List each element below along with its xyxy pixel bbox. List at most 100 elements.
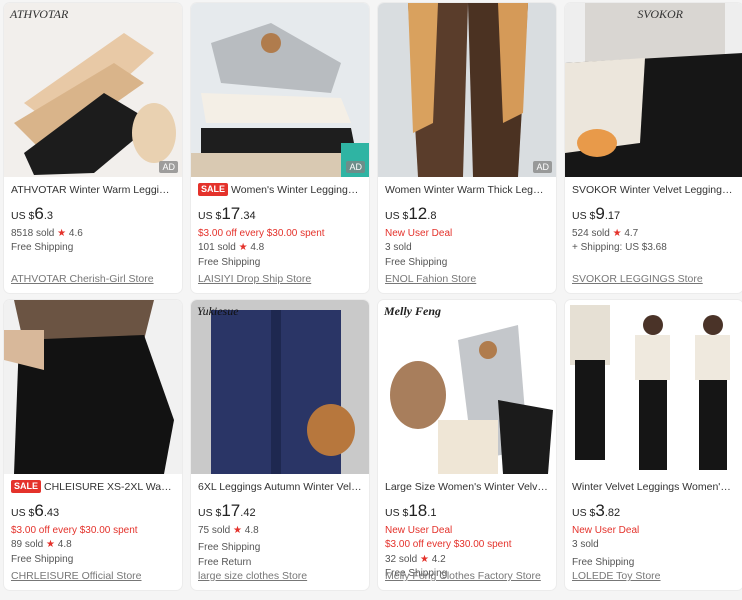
price-dec: .43 xyxy=(43,507,60,520)
product-title[interactable]: ATHVOTAR Winter Warm Leggings... xyxy=(11,183,175,198)
product-title[interactable]: Winter Velvet Leggings Women's ... xyxy=(572,480,736,495)
product-card[interactable]: SALECHLEISURE XS-2XL Warm L... US $6.43 … xyxy=(4,300,182,590)
sold-count: 32 sold xyxy=(385,553,418,565)
shipping-info: Free Shipping xyxy=(198,256,261,268)
price-dec: .17 xyxy=(604,210,621,223)
sale-badge: SALE xyxy=(11,480,42,493)
product-card[interactable]: Melly Feng Large Size Women's Winter Vel… xyxy=(378,300,556,590)
product-card[interactable]: Winter Velvet Leggings Women's ... US $3… xyxy=(565,300,742,590)
currency: US $ xyxy=(572,210,596,223)
store-link[interactable]: SVOKOR LEGGINGS Store xyxy=(572,273,703,285)
product-title[interactable]: SVOKOR Winter Velvet Leggings W... xyxy=(572,183,736,198)
ad-badge: AD xyxy=(159,161,178,173)
rating-value: 4.2 xyxy=(431,553,446,565)
ad-badge: AD xyxy=(346,161,365,173)
price-dec: .42 xyxy=(240,507,256,520)
product-card[interactable]: Yukiesue 6XL Leggings Autumn Winter Velv… xyxy=(191,300,369,590)
brand-watermark: Yukiesue xyxy=(197,304,239,318)
promo-text: New User Deal xyxy=(385,227,453,239)
star-icon: ★ xyxy=(57,227,67,239)
product-card[interactable]: ATHVOTAR AD ATHVOTAR Winter Warm Legging… xyxy=(4,3,182,293)
product-image[interactable]: Melly Feng xyxy=(378,300,556,474)
price: US $6.43 xyxy=(11,499,175,524)
currency: US $ xyxy=(11,507,35,520)
product-photo xyxy=(191,3,369,177)
sold-count: 3 sold xyxy=(572,539,599,551)
store-link[interactable]: large size clothes Store xyxy=(198,570,307,582)
price: US $18.1 xyxy=(385,499,549,524)
brand-watermark: ATHVOTAR xyxy=(10,7,69,21)
product-image[interactable] xyxy=(4,300,182,474)
promo-text: $3.00 off every $30.00 spent xyxy=(11,524,138,536)
price-dec: .3 xyxy=(43,210,53,223)
store-link[interactable]: Melly Feng Clothes Factory Store xyxy=(385,570,541,582)
store-link[interactable]: CHRLEISURE Official Store xyxy=(11,570,142,582)
sale-badge: SALE xyxy=(198,183,229,196)
price-dec: .8 xyxy=(427,210,437,223)
product-photo xyxy=(565,3,742,177)
product-image[interactable]: Yukiesue xyxy=(191,300,369,474)
star-icon: ★ xyxy=(233,524,242,536)
product-photo xyxy=(378,300,556,474)
rating-value: 4.8 xyxy=(244,524,259,536)
promo-text: New User Deal xyxy=(385,524,453,536)
shipping-info: Free Shipping xyxy=(11,553,74,565)
price-int: 6 xyxy=(34,204,44,224)
product-title[interactable]: SALECHLEISURE XS-2XL Warm L... xyxy=(11,480,175,495)
price-int: 6 xyxy=(34,501,44,521)
price-int: 3 xyxy=(595,501,605,521)
product-grid: ATHVOTAR AD ATHVOTAR Winter Warm Legging… xyxy=(0,0,742,600)
product-photo xyxy=(4,300,182,474)
sold-count: 8518 sold xyxy=(11,227,55,239)
product-card[interactable]: AD Women Winter Warm Thick Leggin... US … xyxy=(378,3,556,293)
sold-count: 75 sold xyxy=(198,524,231,536)
product-title[interactable]: Large Size Women's Winter Velvet ... xyxy=(385,480,549,495)
free-return: Free Return xyxy=(198,556,252,568)
currency: US $ xyxy=(572,507,596,520)
price-int: 17 xyxy=(221,204,241,224)
store-link[interactable]: ATHVOTAR Cherish-Girl Store xyxy=(11,273,154,285)
promo-text: New User Deal xyxy=(572,524,640,536)
price: US $17.42 xyxy=(198,499,362,524)
product-image[interactable]: ATHVOTAR AD xyxy=(4,3,182,177)
store-link[interactable]: LAISIYI Drop Ship Store xyxy=(198,273,311,285)
product-card[interactable]: SVOKOR SVOKOR Winter Velvet Leggings W..… xyxy=(565,3,742,293)
price-dec: .82 xyxy=(604,507,621,520)
product-image[interactable]: AD xyxy=(378,3,556,177)
star-icon: ★ xyxy=(420,553,429,565)
store-link[interactable]: LOLEDE Toy Store xyxy=(572,570,661,582)
price: US $3.82 xyxy=(572,499,736,524)
currency: US $ xyxy=(198,507,222,520)
product-title-text: CHLEISURE XS-2XL Warm L... xyxy=(44,481,175,493)
brand-watermark: Melly Feng xyxy=(384,304,441,318)
product-image[interactable]: AD xyxy=(191,3,369,177)
rating-value: 4.8 xyxy=(57,539,72,551)
rating-value: 4.6 xyxy=(68,227,83,239)
sold-count: 524 sold xyxy=(572,227,610,239)
star-icon: ★ xyxy=(46,539,55,551)
product-title[interactable]: Women Winter Warm Thick Leggin... xyxy=(385,183,549,198)
product-card[interactable]: AD SALE Women's Winter Leggings ... US $1… xyxy=(191,3,369,293)
ad-badge: AD xyxy=(533,161,552,173)
product-image[interactable] xyxy=(565,300,742,474)
currency: US $ xyxy=(11,210,35,223)
product-photo xyxy=(565,300,742,474)
rating-value: 4.7 xyxy=(624,227,639,239)
star-icon: ★ xyxy=(612,227,622,239)
product-photo xyxy=(378,3,556,177)
shipping-info: Free Shipping xyxy=(11,242,74,254)
price-int: 17 xyxy=(221,501,241,521)
price-int: 9 xyxy=(595,204,605,224)
currency: US $ xyxy=(198,210,222,223)
product-title[interactable]: 6XL Leggings Autumn Winter Velve... xyxy=(198,480,362,495)
price-dec: .1 xyxy=(427,507,437,520)
brand-watermark: SVOKOR xyxy=(637,7,683,21)
product-image[interactable]: SVOKOR xyxy=(565,3,742,177)
shipping-info: Free Shipping xyxy=(385,256,448,268)
price: US $17.34 xyxy=(198,202,362,227)
price-dec: .34 xyxy=(240,210,256,223)
promo-text: $3.00 off every $30.00 spent xyxy=(198,227,325,239)
product-title[interactable]: SALE Women's Winter Leggings ... xyxy=(198,183,362,198)
store-link[interactable]: ENOL Fahion Store xyxy=(385,273,476,285)
shipping-info: + Shipping: US $3.68 xyxy=(572,242,667,254)
